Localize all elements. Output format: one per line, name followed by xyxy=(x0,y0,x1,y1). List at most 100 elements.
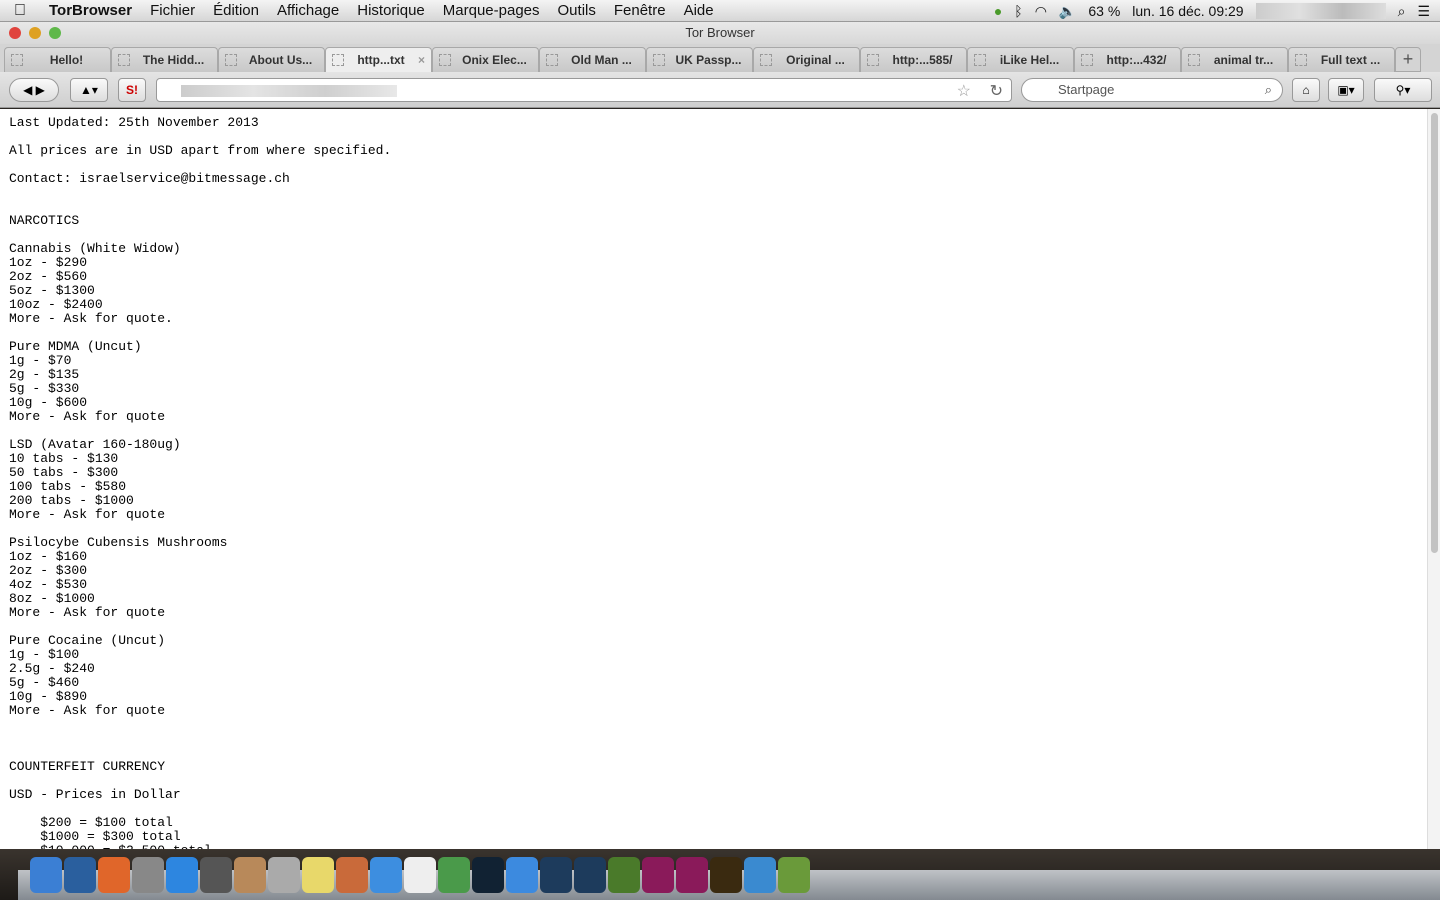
bookmark-star-icon[interactable]: ☆ xyxy=(957,81,971,101)
dock-item-launchpad[interactable] xyxy=(132,857,164,893)
tab[interactable]: Hello! xyxy=(4,47,111,72)
navigation-bar: ◀ ▶ ▲▾ S! ☆ ↻ Startpage ⌕ ⌂ ▣▾ ⚲▾ xyxy=(0,72,1440,108)
favicon-icon xyxy=(118,54,130,66)
user-name-redacted xyxy=(1255,3,1386,19)
dock-item-firefox[interactable] xyxy=(98,857,130,893)
window-title: Tor Browser xyxy=(685,25,755,40)
menu-3[interactable]: Historique xyxy=(348,2,434,19)
dock-item-tor[interactable] xyxy=(778,857,810,893)
zoom-button[interactable] xyxy=(49,27,61,39)
menu-app[interactable]: TorBrowser xyxy=(40,2,141,19)
dock-item-notes[interactable] xyxy=(302,857,334,893)
close-button[interactable] xyxy=(9,27,21,39)
search-icon[interactable]: ⌕ xyxy=(1265,79,1272,101)
tab-label: UK Passp... xyxy=(675,53,742,67)
menu-2[interactable]: Affichage xyxy=(268,2,348,19)
favicon-icon xyxy=(974,54,986,66)
dock-item-itunes[interactable] xyxy=(506,857,538,893)
dock-item-ai[interactable] xyxy=(710,857,742,893)
tab[interactable]: The Hidd... xyxy=(111,47,218,72)
onion-icon[interactable]: ● xyxy=(994,3,1002,19)
favicon-icon xyxy=(1188,54,1200,66)
favicon-icon xyxy=(1081,54,1093,66)
tab-label: Hello! xyxy=(49,53,84,67)
dock-item-dw[interactable] xyxy=(608,857,640,893)
favicon-icon xyxy=(760,54,772,66)
tab[interactable]: http:...585/ xyxy=(860,47,967,72)
dock-item-photo[interactable] xyxy=(200,857,232,893)
tab-label: animal tr... xyxy=(1213,53,1274,67)
search-placeholder: Startpage xyxy=(1058,82,1115,97)
dock-item-ps[interactable] xyxy=(574,857,606,893)
dock-item-calendar[interactable] xyxy=(404,857,436,893)
tab[interactable]: Old Man ... xyxy=(539,47,646,72)
tab[interactable]: animal tr... xyxy=(1181,47,1288,72)
scrollbar-thumb[interactable] xyxy=(1431,113,1438,553)
tab[interactable]: http:...432/ xyxy=(1074,47,1181,72)
dock-item-keynote[interactable] xyxy=(336,857,368,893)
menu-1[interactable]: Édition xyxy=(204,2,268,19)
url-bar[interactable]: ☆ ↻ xyxy=(156,78,1012,102)
favicon-icon xyxy=(332,54,344,66)
tab[interactable]: iLike Hel... xyxy=(967,47,1074,72)
back-button[interactable]: ◀ ▶ xyxy=(9,78,59,102)
tab[interactable]: Onix Elec... xyxy=(432,47,539,72)
dock-item-id[interactable] xyxy=(676,857,708,893)
dock xyxy=(0,849,1440,900)
wifi-icon[interactable]: ◠ xyxy=(1035,3,1047,20)
home-button[interactable]: ⌂ xyxy=(1292,78,1320,102)
menu-6[interactable]: Fenêtre xyxy=(605,2,675,19)
favicon-icon xyxy=(867,54,879,66)
menu-4[interactable]: Marque-pages xyxy=(434,2,549,19)
menu-bar:  TorBrowser FichierÉditionAffichageHist… xyxy=(0,0,1440,22)
close-tab-icon[interactable]: × xyxy=(418,53,425,67)
bookmarks-button[interactable]: ▣▾ xyxy=(1328,78,1364,102)
tab-label: http:...585/ xyxy=(892,53,953,67)
menu-7[interactable]: Aide xyxy=(675,2,723,19)
dock-item-finder[interactable] xyxy=(30,857,62,893)
page-content: Last Updated: 25th November 2013 All pri… xyxy=(0,109,1427,849)
new-tab-button[interactable]: + xyxy=(1395,47,1421,72)
tab-label: http:...432/ xyxy=(1106,53,1167,67)
favicon-icon xyxy=(11,54,23,66)
tab-label: Onix Elec... xyxy=(462,53,527,67)
battery-text[interactable]: 63 % xyxy=(1088,3,1120,19)
favicon-icon xyxy=(653,54,665,66)
tab-label: http...txt xyxy=(357,53,405,67)
menu-0[interactable]: Fichier xyxy=(141,2,204,19)
tab[interactable]: http...txt × xyxy=(325,47,432,72)
tab[interactable]: Full text ... xyxy=(1288,47,1395,72)
dock-item-dropbox[interactable] xyxy=(370,857,402,893)
dock-item-numbers[interactable] xyxy=(438,857,470,893)
volume-icon[interactable]: 🔈 xyxy=(1059,3,1076,20)
reload-icon[interactable]: ↻ xyxy=(990,81,1003,101)
tab-label: Original ... xyxy=(786,53,845,67)
minimize-button[interactable] xyxy=(29,27,41,39)
menu-5[interactable]: Outils xyxy=(549,2,605,19)
dock-item-ps[interactable] xyxy=(540,857,572,893)
clock[interactable]: lun. 16 déc. 09:29 xyxy=(1132,3,1243,19)
apple-icon[interactable]:  xyxy=(0,2,40,20)
spotlight-icon[interactable]: ⌕ xyxy=(1398,3,1406,20)
dock-item-id[interactable] xyxy=(642,857,674,893)
notification-icon[interactable]: ☰ xyxy=(1417,3,1430,20)
dock-item-contacts[interactable] xyxy=(234,857,266,893)
noscript-button[interactable]: S! xyxy=(118,78,146,102)
favicon-icon xyxy=(1295,54,1307,66)
tab-label: Old Man ... xyxy=(571,53,632,67)
tab[interactable]: UK Passp... xyxy=(646,47,753,72)
dock-item-thunderbird[interactable] xyxy=(64,857,96,893)
search-field[interactable]: Startpage ⌕ xyxy=(1021,78,1283,102)
extension-button[interactable]: ⚲▾ xyxy=(1374,78,1432,102)
dock-item-help[interactable] xyxy=(268,857,300,893)
dock-item-safari[interactable] xyxy=(744,857,776,893)
tor-button[interactable]: ▲▾ xyxy=(70,78,108,102)
bluetooth-icon[interactable]: ᛒ xyxy=(1014,3,1022,19)
url-redacted xyxy=(181,85,397,97)
tab[interactable]: About Us... xyxy=(218,47,325,72)
dock-item-app-store[interactable] xyxy=(166,857,198,893)
scrollbar[interactable] xyxy=(1427,109,1440,849)
title-bar: Tor Browser xyxy=(0,22,1440,44)
tab[interactable]: Original ... xyxy=(753,47,860,72)
dock-item-p[interactable] xyxy=(472,857,504,893)
